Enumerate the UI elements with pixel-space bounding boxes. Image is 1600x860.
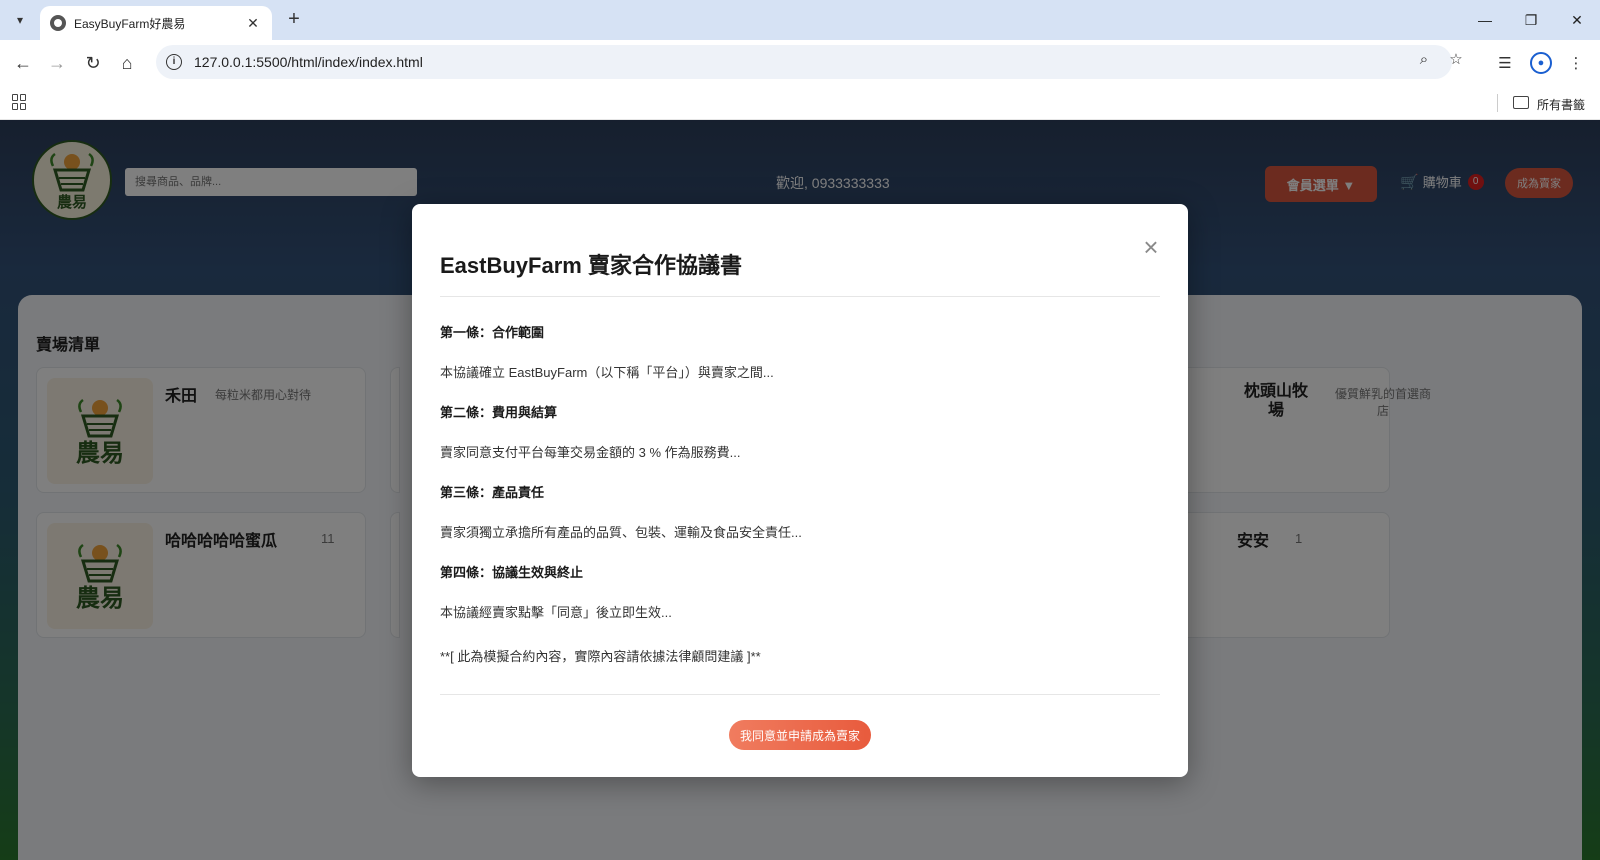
clause-heading: 第四條：協議生效與終止 [440, 565, 584, 580]
clause-heading: 第一條：合作範圍 [440, 325, 545, 340]
browser-toolbar: ← → ↻ ⌂ i 127.0.0.1:5500/html/index/inde… [0, 40, 1600, 86]
clause-text: 賣家須獨立承擔所有產品的品質、包裝、運輸及食品安全責任... [440, 525, 802, 540]
new-tab-button[interactable]: + [282, 8, 306, 32]
clause-text: 賣家同意支付平台每筆交易金額的 3 % 作為服務費... [440, 445, 741, 460]
clause-text: 本協議確立 EastBuyFarm（以下稱「平台」）與賣家之間... [440, 365, 774, 380]
zoom-icon[interactable]: ⌕ [1414, 49, 1434, 69]
forward-button[interactable]: → [44, 50, 70, 76]
divider [440, 296, 1160, 297]
tab-close-icon[interactable]: ✕ [244, 15, 262, 32]
window-controls: — ❐ ✕ [1462, 0, 1600, 40]
bookmarks-divider [1497, 94, 1498, 112]
divider [440, 694, 1160, 695]
close-icon[interactable]: × [1139, 234, 1163, 260]
reading-list-icon[interactable]: ☰ [1494, 52, 1516, 74]
browser-tabstrip: ▾ EasyBuyFarm好農易 ✕ + — ❐ ✕ [0, 0, 1600, 40]
modal-title: EastBuyFarm 賣家合作協議書 [440, 253, 742, 278]
reload-button[interactable]: ↻ [80, 50, 106, 76]
profile-icon[interactable]: ● [1530, 52, 1552, 74]
clause-heading: 第二條：費用與結算 [440, 405, 558, 420]
bookmark-star-icon[interactable]: ☆ [1446, 49, 1466, 69]
browser-tab[interactable]: EasyBuyFarm好農易 ✕ [40, 6, 272, 40]
back-button[interactable]: ← [10, 50, 36, 76]
tab-search-button[interactable]: ▾ [8, 8, 32, 32]
agreement-body: 第一條：合作範圍 本協議確立 EastBuyFarm（以下稱「平台」）與賣家之間… [440, 324, 1160, 666]
home-button[interactable]: ⌂ [114, 50, 140, 76]
minimize-button[interactable]: — [1462, 0, 1508, 40]
bookmarks-bar: 所有書籤 [0, 86, 1600, 120]
disclaimer-text: **[ 此為模擬合約內容，實際內容請依據法律顧問建議 ]** [440, 649, 761, 664]
restore-button[interactable]: ❐ [1508, 0, 1554, 40]
agree-apply-seller-button[interactable]: 我同意並申請成為賣家 [729, 720, 871, 750]
close-window-button[interactable]: ✕ [1554, 0, 1600, 40]
clause-heading: 第三條：產品責任 [440, 485, 545, 500]
address-bar[interactable]: i 127.0.0.1:5500/html/index/index.html [156, 45, 1452, 79]
menu-kebab-icon[interactable]: ⋮ [1565, 52, 1587, 74]
clause-text: 本協議經賣家點擊「同意」後立即生效... [440, 605, 672, 620]
folder-icon[interactable] [1513, 96, 1529, 109]
tab-title: EasyBuyFarm好農易 [74, 16, 186, 31]
globe-icon [50, 15, 66, 31]
url-text: 127.0.0.1:5500/html/index/index.html [194, 54, 423, 70]
seller-agreement-modal: EastBuyFarm 賣家合作協議書 × 第一條：合作範圍 本協議確立 Eas… [412, 204, 1188, 777]
apps-grid-icon[interactable] [12, 94, 28, 110]
all-bookmarks-label[interactable]: 所有書籤 [1537, 96, 1585, 113]
site-info-icon[interactable]: i [166, 54, 182, 70]
